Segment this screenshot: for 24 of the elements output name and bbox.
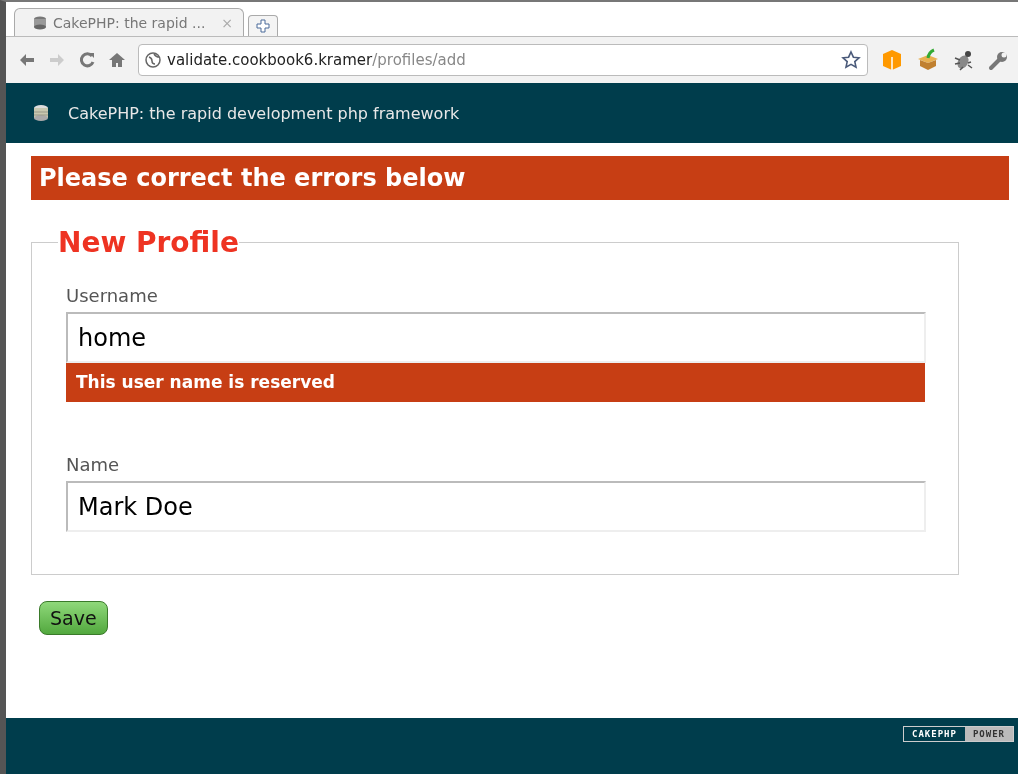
form-legend: New Profile [58,226,239,259]
powered-badge[interactable]: CAKEPHP POWER [902,726,1014,742]
input-field[interactable]: home [66,312,926,363]
save-button[interactable]: Save [39,601,108,635]
stack-icon [33,15,47,30]
browser-tab[interactable]: CakePHP: the rapid ... × [14,8,244,36]
star-icon[interactable] [841,50,861,70]
globe-icon [145,52,161,68]
plus-icon [256,19,270,33]
back-icon[interactable] [18,52,36,68]
site-title[interactable]: CakePHP: the rapid development php framework [68,103,460,123]
tab-title: CakePHP: the rapid ... [53,14,207,31]
address-bar[interactable]: validate.cookbook6.kramer/profiles/add [138,44,868,76]
field-label: Name [66,454,121,475]
wrench-icon[interactable] [988,49,1010,71]
stack-icon [32,104,50,122]
package-icon[interactable] [916,48,940,72]
reload-icon[interactable] [78,51,96,69]
new-tab-button[interactable] [248,15,278,36]
field-label: Username [66,285,159,306]
home-icon[interactable] [108,51,126,69]
error-message: This user name is reserved [66,363,925,402]
input-field[interactable]: Mark Doe [66,481,926,532]
error-banner: Please correct the errors below [31,156,1009,200]
